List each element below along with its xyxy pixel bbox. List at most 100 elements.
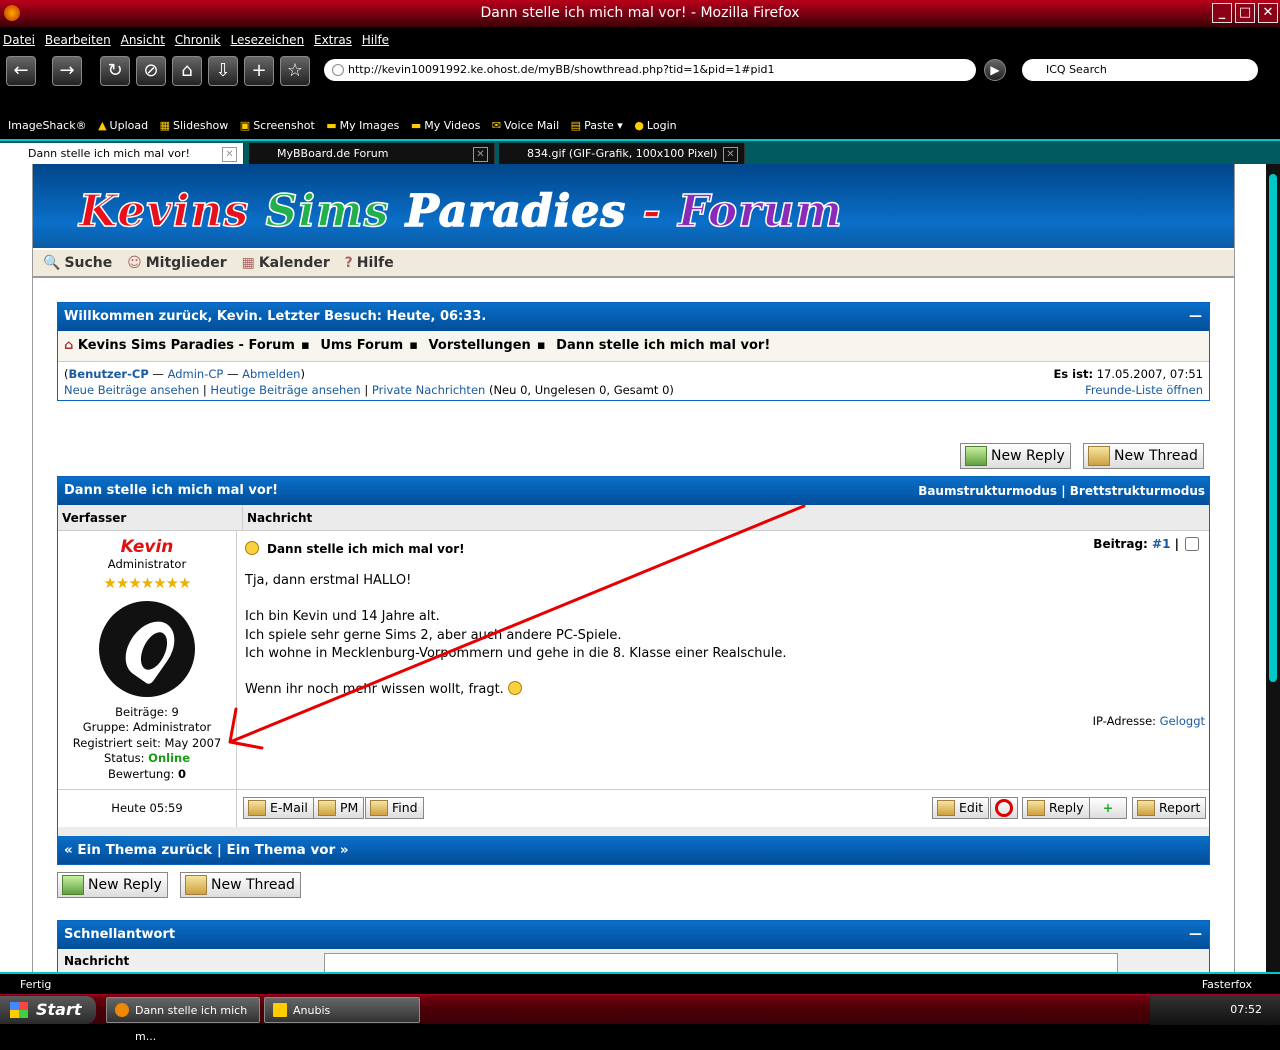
minimize-button[interactable]: _ xyxy=(1212,3,1232,23)
firefox-icon xyxy=(115,1003,129,1017)
forward-arrow-icon[interactable]: → xyxy=(52,56,82,86)
breadcrumb-forum[interactable]: Kevins Sims Paradies - Forum xyxy=(78,338,295,353)
home-icon[interactable]: ⌂ xyxy=(172,56,202,86)
menu-hilfe[interactable]: Hilfe xyxy=(359,27,392,47)
tab-dann-stelle[interactable]: Dann stelle ich mich mal vor! ✕ xyxy=(0,143,244,166)
folder-icon xyxy=(273,1003,287,1017)
new-reply-button-bottom[interactable]: New Reply xyxy=(57,872,168,898)
tab-close-icon[interactable]: ✕ xyxy=(473,147,488,162)
post-number-link[interactable]: #1 xyxy=(1152,537,1170,551)
ucp-link[interactable]: Benutzer-CP xyxy=(69,367,149,381)
page-content: Kevins Sims Paradies - Forum 🔍 Suche ☺ Mit… xyxy=(0,164,1266,972)
menu-datei[interactable]: Datei xyxy=(0,27,38,47)
start-button[interactable]: Start xyxy=(0,996,96,1024)
pm-button[interactable]: PM xyxy=(313,797,365,819)
paste-icon: ▤ xyxy=(570,119,582,132)
logo-word-3: Paradies xyxy=(405,185,627,238)
email-button[interactable]: E-Mail xyxy=(243,797,314,819)
menu-suche[interactable]: 🔍 Suche xyxy=(41,255,112,271)
menu-hilfe[interactable]: ? Hilfe xyxy=(343,255,394,271)
acp-link[interactable]: Admin-CP xyxy=(168,367,224,381)
reply-button[interactable]: Reply xyxy=(1022,797,1090,819)
toolbar-slideshow[interactable]: ▦ Slideshow xyxy=(160,119,229,132)
toolbar-paste[interactable]: ▤ Paste ▾ xyxy=(571,119,623,132)
menu-bearbeiten[interactable]: Bearbeiten xyxy=(42,27,114,47)
toolbar-my-videos[interactable]: ▬ My Videos xyxy=(411,119,480,132)
today-posts-link[interactable]: Heutige Beiträge ansehen xyxy=(210,383,360,397)
tab-mybboard[interactable]: MyBBoard.de Forum ✕ xyxy=(249,143,495,166)
menu-kalender[interactable]: ▦ Kalender xyxy=(240,255,330,271)
imageshack-brand[interactable]: ImageShack® xyxy=(8,119,87,132)
post-footer: Heute 05:59 E-Mail PM Find Edit Reply + … xyxy=(58,789,1209,827)
buddy-list-link[interactable]: Freunde-Liste öffnen xyxy=(1085,383,1203,397)
tree-mode-link[interactable]: Baumstrukturmodus xyxy=(918,484,1057,498)
toolbar-login[interactable]: ● Login xyxy=(634,119,676,132)
quick-reply-textarea[interactable] xyxy=(324,953,1118,972)
toolbar-screenshot[interactable]: ▣ Screenshot xyxy=(240,119,315,132)
go-icon[interactable]: ▶ xyxy=(984,59,1006,81)
reload-icon[interactable]: ↻ xyxy=(100,56,130,86)
fasterfox-status[interactable]: Fasterfox xyxy=(1202,974,1252,996)
bookmark-star-icon[interactable]: ☆ xyxy=(280,56,310,86)
quick-reply-header: Schnellantwort — xyxy=(58,921,1209,949)
address-bar[interactable]: http://kevin10091992.ke.ohost.de/myBB/sh… xyxy=(324,59,976,81)
window-titlebar: Dann stelle ich mich mal vor! - Mozilla … xyxy=(0,0,1280,27)
menu-lesezeichen[interactable]: Lesezeichen xyxy=(227,27,307,47)
post-author-panel: Kevin Administrator ★★★★★★★ Beiträge: 9 … xyxy=(58,531,237,789)
menu-extras[interactable]: Extras xyxy=(311,27,355,47)
find-button[interactable]: Find xyxy=(365,797,424,819)
search-input[interactable]: ICQ Search xyxy=(1022,59,1258,81)
scrollbar-thumb[interactable] xyxy=(1269,174,1277,682)
new-tab-icon[interactable]: + xyxy=(244,56,274,86)
vertical-scrollbar[interactable] xyxy=(1266,164,1280,972)
system-tray: 07:52 xyxy=(1150,995,1280,1025)
screenshot-icon: ▣ xyxy=(239,119,251,132)
back-arrow-icon[interactable]: ← xyxy=(6,56,36,86)
post-body: Tja, dann erstmal HALLO! Ich bin Kevin u… xyxy=(245,573,787,698)
download-icon[interactable]: ⇩ xyxy=(208,56,238,86)
breadcrumb-vorstellungen[interactable]: Vorstellungen xyxy=(429,338,531,353)
edit-icon xyxy=(937,800,955,816)
tab-close-icon[interactable]: ✕ xyxy=(723,147,738,162)
forum-logo: Kevins Sims Paradies - Forum xyxy=(33,164,1234,248)
author-group: Administrator xyxy=(132,720,212,734)
reply-icon xyxy=(1027,800,1045,816)
ip-link[interactable]: Geloggt xyxy=(1160,714,1205,728)
pm-link[interactable]: Private Nachrichten xyxy=(372,383,485,397)
toolbar-upload[interactable]: ▲ Upload xyxy=(98,119,148,132)
logout-link[interactable]: Abmelden xyxy=(242,367,300,381)
toolbar-my-images[interactable]: ▬ My Images xyxy=(326,119,399,132)
edit-button[interactable]: Edit xyxy=(932,797,990,819)
collapse-icon[interactable]: — xyxy=(1189,303,1203,331)
welcome-header: Willkommen zurück, Kevin. Letzter Besuch… xyxy=(58,303,1209,331)
collapse-icon[interactable]: — xyxy=(1189,921,1203,949)
linear-mode-link[interactable]: Brettstrukturmodus xyxy=(1070,484,1205,498)
toolbar-voice-mail[interactable]: ✉ Voice Mail xyxy=(492,119,559,132)
slideshow-icon: ▦ xyxy=(159,119,170,132)
new-thread-button-bottom[interactable]: New Thread xyxy=(180,872,301,898)
tab-834-gif[interactable]: 834.gif (GIF-Grafik, 100x100 Pixel) ✕ xyxy=(499,143,745,166)
maximize-button[interactable]: □ xyxy=(1235,3,1255,23)
time-value: 17.05.2007, 07:51 xyxy=(1096,367,1203,381)
menu-chronik[interactable]: Chronik xyxy=(172,27,224,47)
stop-icon[interactable]: ⊘ xyxy=(136,56,166,86)
new-reply-button[interactable]: New Reply xyxy=(960,443,1071,469)
tab-bar: Dann stelle ich mich mal vor! ✕ MyBBoard.… xyxy=(0,139,1280,166)
taskbar-firefox[interactable]: Dann stelle ich mich m... xyxy=(106,997,260,1043)
thread-navigation[interactable]: « Ein Thema zurück | Ein Thema vor » xyxy=(58,827,1209,864)
report-button[interactable]: Report xyxy=(1132,797,1207,819)
upload-icon: ▲ xyxy=(98,119,107,132)
delete-button[interactable] xyxy=(990,797,1018,819)
taskbar-anubis[interactable]: Anubis xyxy=(264,997,420,1023)
tab-close-icon[interactable]: ✕ xyxy=(222,147,237,162)
post-select-checkbox[interactable] xyxy=(1185,537,1199,551)
close-button[interactable]: ✕ xyxy=(1258,3,1278,23)
menu-mitglieder[interactable]: ☺ Mitglieder xyxy=(125,255,227,271)
new-thread-button[interactable]: New Thread xyxy=(1083,443,1204,469)
menu-ansicht[interactable]: Ansicht xyxy=(118,27,168,47)
new-posts-link[interactable]: Neue Beiträge ansehen xyxy=(64,383,199,397)
author-name[interactable]: Kevin xyxy=(58,537,236,557)
reply-icon xyxy=(62,875,84,895)
multiquote-button[interactable]: + xyxy=(1089,797,1127,819)
breadcrumb-ums-forum[interactable]: Ums Forum xyxy=(320,338,403,353)
